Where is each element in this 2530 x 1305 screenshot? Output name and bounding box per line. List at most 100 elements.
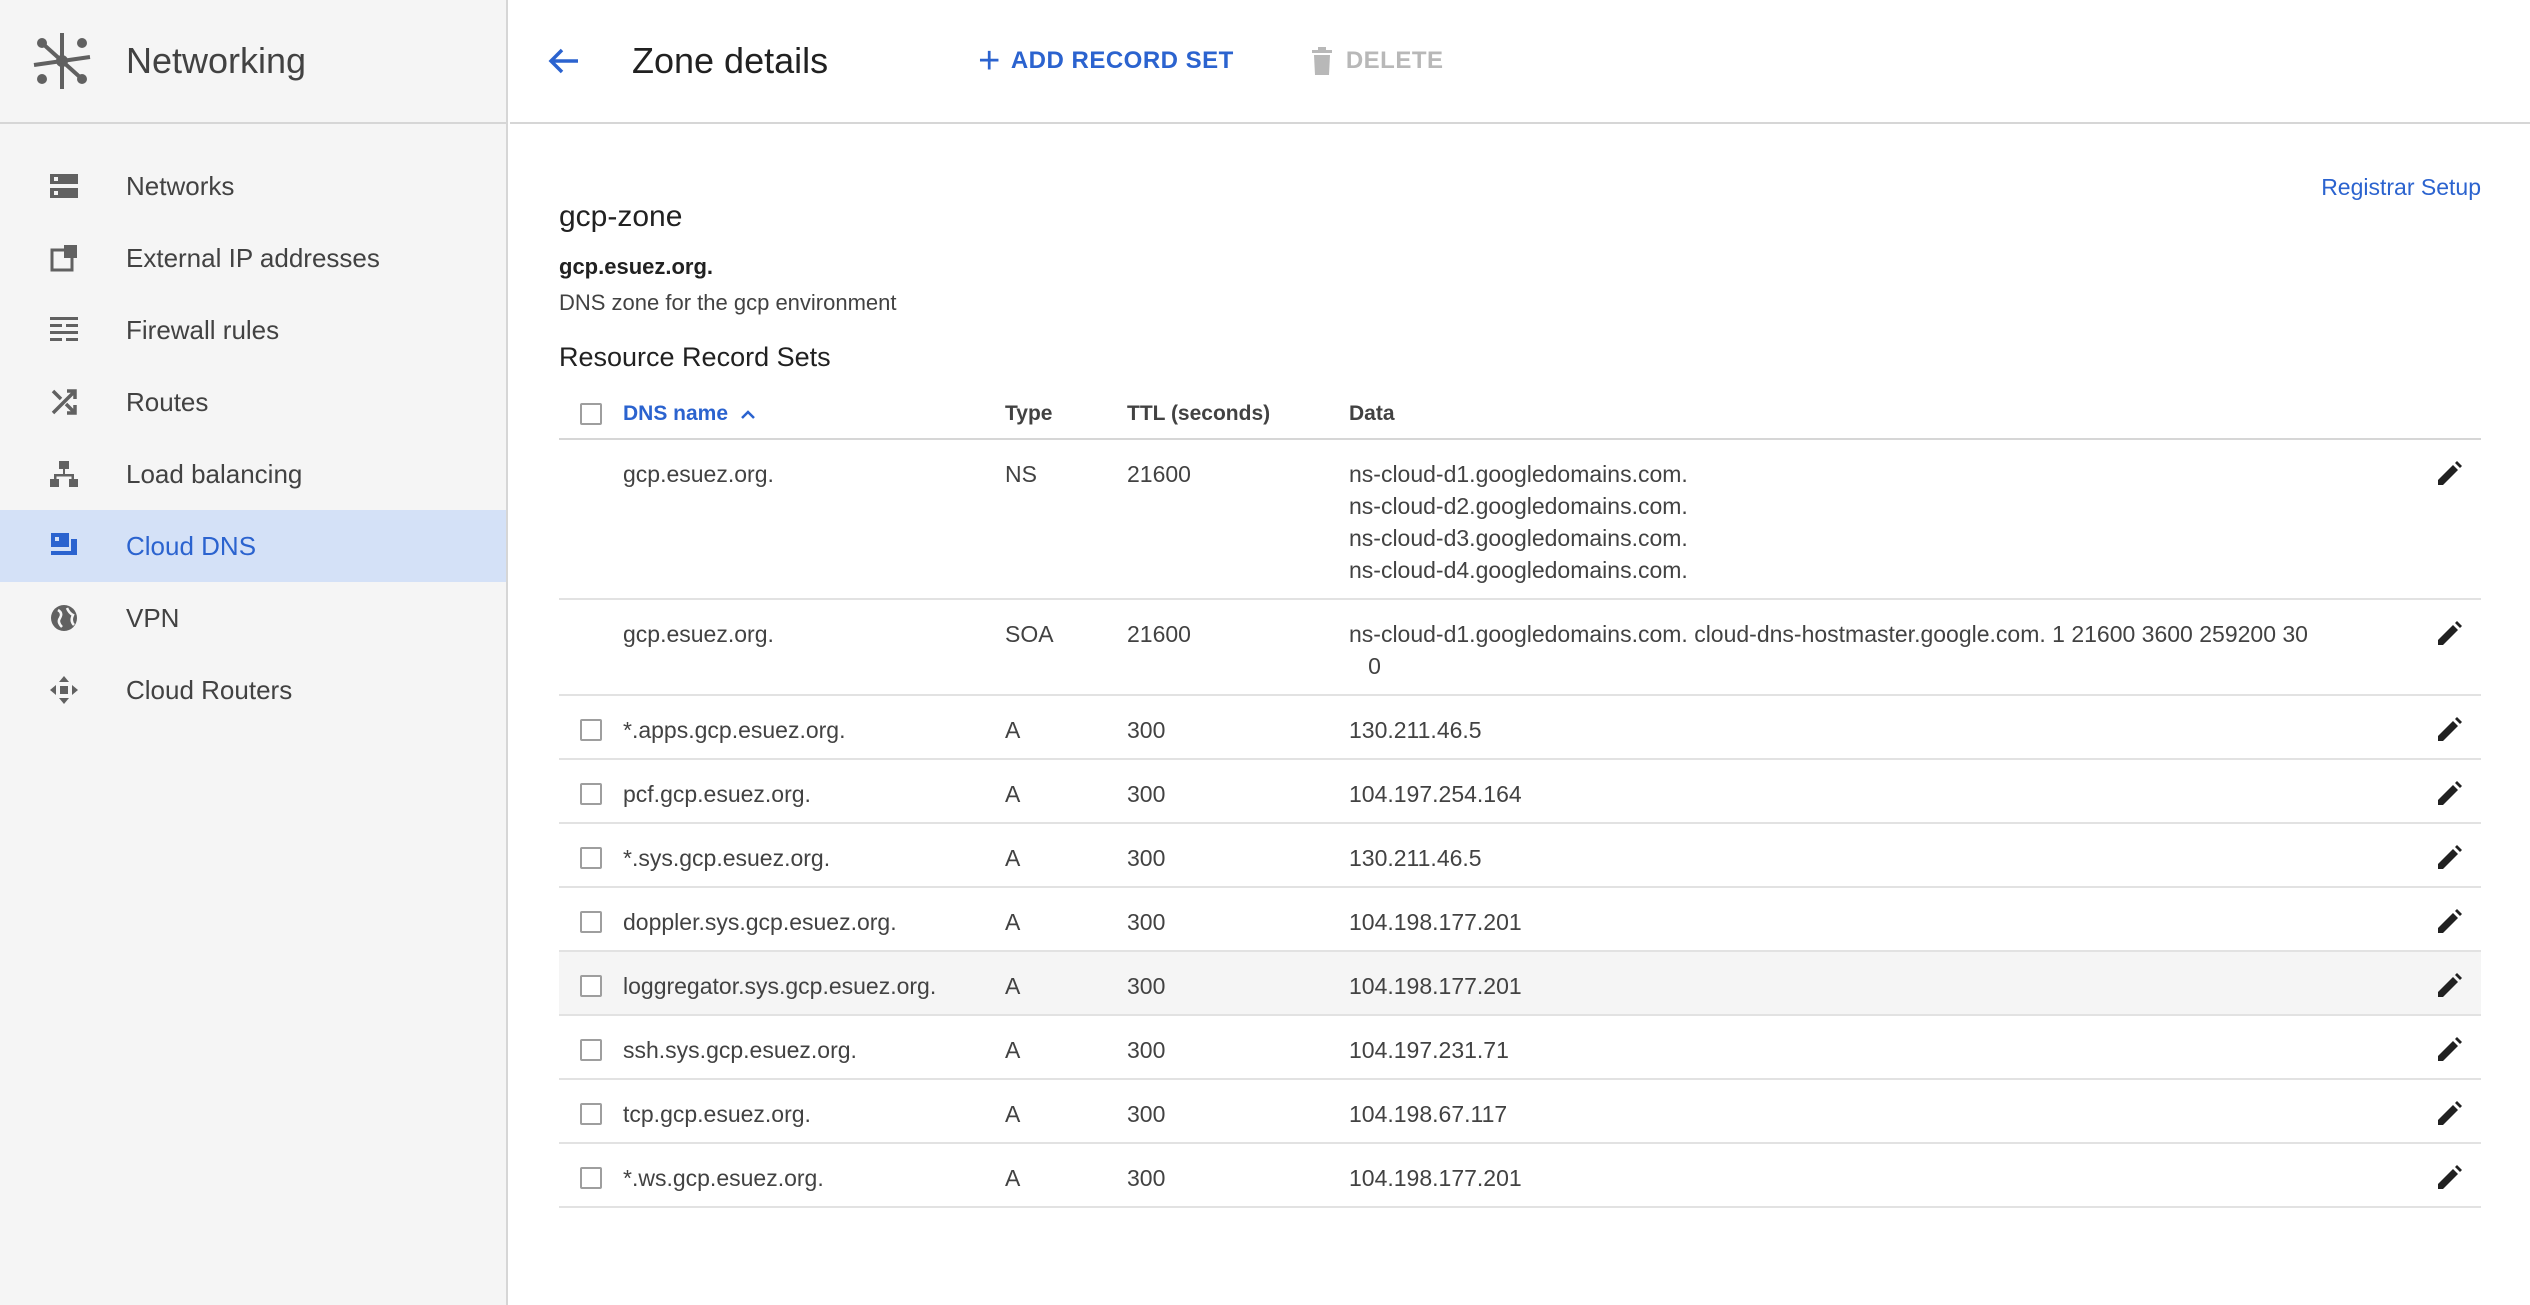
edit-button[interactable] (2433, 778, 2465, 810)
edit-button[interactable] (2433, 842, 2465, 874)
type-cell: A (1005, 1101, 1021, 1127)
edit-button[interactable] (2433, 1162, 2465, 1194)
sidebar-item-external-ip[interactable]: External IP addresses (0, 222, 506, 294)
sidebar-item-label: VPN (126, 602, 180, 633)
dns-name-cell: loggregator.sys.gcp.esuez.org. (623, 973, 937, 999)
row-checkbox[interactable] (580, 975, 602, 997)
external-ip-icon (48, 242, 80, 274)
data-value: 104.198.67.117 (1349, 1101, 1508, 1127)
load-balancing-icon (48, 458, 80, 490)
edit-button[interactable] (2433, 458, 2465, 490)
data-value: 104.197.231.71 (1349, 1037, 1509, 1063)
type-cell: A (1005, 845, 1021, 871)
pencil-icon (2438, 781, 2462, 805)
ttl-cell: 300 (1127, 1165, 1166, 1191)
sidebar-item-label: External IP addresses (126, 242, 380, 273)
row-checkbox[interactable] (580, 847, 602, 869)
type-cell: A (1005, 909, 1021, 935)
ttl-cell: 300 (1127, 845, 1166, 871)
pencil-icon (2438, 1101, 2462, 1125)
table-row[interactable]: *.ws.gcp.esuez.org. A 300 104.198.177.201 (559, 1144, 2481, 1208)
table-row[interactable]: loggregator.sys.gcp.esuez.org. A 300 104.19… (559, 952, 2481, 1016)
sidebar-item-cloud-routers[interactable]: Cloud Routers (0, 654, 506, 726)
ttl-column-header: TTL (seconds) (1127, 402, 1271, 425)
sidebar-item-firewall[interactable]: Firewall rules (0, 294, 506, 366)
dns-name-cell: *.ws.gcp.esuez.org. (623, 1165, 824, 1191)
record-sets-table: DNS name Type TTL (seconds) Data gcp.esu… (559, 390, 2481, 1208)
sidebar-item-label: Cloud Routers (126, 674, 293, 705)
row-checkbox[interactable] (580, 783, 602, 805)
cloud-dns-icon (48, 530, 80, 562)
sidebar-item-load-balancing[interactable]: Load balancing (0, 438, 506, 510)
edit-button[interactable] (2433, 906, 2465, 938)
sidebar-item-routes[interactable]: Routes (0, 366, 506, 438)
data-cell: 104.198.177.201 (1349, 1144, 2409, 1194)
type-cell: SOA (1005, 621, 1054, 647)
row-checkbox[interactable] (580, 911, 602, 933)
pencil-icon (2438, 845, 2462, 869)
plus-icon: + (978, 40, 1001, 82)
data-value: 104.198.177.201 (1349, 973, 1522, 999)
edit-button[interactable] (2433, 1034, 2465, 1066)
table-row[interactable]: pcf.gcp.esuez.org. A 300 104.197.254.164 (559, 760, 2481, 824)
table-row[interactable]: gcp.esuez.org. SOA 21600 ns-cloud-d1.google… (559, 600, 2481, 696)
sidebar-item-label: Load balancing (126, 458, 303, 489)
ttl-cell: 21600 (1127, 621, 1191, 647)
product-title: Networking (126, 40, 307, 81)
edit-button[interactable] (2433, 618, 2465, 650)
edit-button[interactable] (2433, 1098, 2465, 1130)
edit-button[interactable] (2433, 714, 2465, 746)
dns-name-column-header[interactable]: DNS name (623, 402, 1005, 426)
zone-dns-name: gcp.esuez.org. (559, 254, 714, 279)
registrar-setup-link[interactable]: Registrar Setup (2321, 174, 2481, 201)
pencil-icon (2438, 717, 2462, 741)
ttl-cell: 300 (1127, 781, 1166, 807)
arrow-left-icon (548, 48, 578, 74)
type-cell: A (1005, 973, 1021, 999)
pencil-icon (2438, 461, 2462, 485)
sidebar-item-networks[interactable]: Networks (0, 150, 506, 222)
sidebar-item-vpn[interactable]: VPN (0, 582, 506, 654)
sidebar-item-label: Routes (126, 386, 209, 417)
dns-name-cell: *.apps.gcp.esuez.org. (623, 717, 846, 743)
zone-description: DNS zone for the gcp environment (559, 290, 897, 315)
table-row[interactable]: *.sys.gcp.esuez.org. A 300 130.211.46.5 (559, 824, 2481, 888)
row-checkbox[interactable] (580, 1167, 602, 1189)
dns-name-cell: gcp.esuez.org. (623, 461, 774, 487)
table-row[interactable]: ssh.sys.gcp.esuez.org. A 300 104.197.231.71 (559, 1016, 2481, 1080)
data-value: 130.211.46.5 (1349, 845, 1482, 871)
zone-name: gcp-zone (559, 200, 683, 233)
sidebar-item-label: Cloud DNS (126, 530, 257, 561)
ttl-cell: 300 (1127, 1101, 1166, 1127)
networks-icon (48, 170, 80, 202)
pencil-icon (2438, 909, 2462, 933)
routes-icon (48, 386, 80, 418)
table-row[interactable]: *.apps.gcp.esuez.org. A 300 130.211.46.5 (559, 696, 2481, 760)
dns-name-cell: tcp.gcp.esuez.org. (623, 1101, 811, 1127)
edit-button[interactable] (2433, 970, 2465, 1002)
data-cell: 130.211.46.5 (1349, 696, 2409, 746)
type-column-header: Type (1005, 402, 1053, 425)
dns-name-cell: *.sys.gcp.esuez.org. (623, 845, 831, 871)
data-value: ns-cloud-d4.googledomains.com. (1349, 557, 1688, 583)
row-checkbox[interactable] (580, 1103, 602, 1125)
back-button[interactable] (536, 33, 592, 89)
data-cell: 104.198.177.201 (1349, 952, 2409, 1002)
row-checkbox[interactable] (580, 719, 602, 741)
record-sets-title: Resource Record Sets (559, 342, 831, 372)
data-value: ns-cloud-d1.googledomains.com. cloud-dns… (1349, 621, 2308, 647)
data-value: ns-cloud-d1.googledomains.com. (1349, 461, 1688, 487)
table-row[interactable]: doppler.sys.gcp.esuez.org. A 300 104.198.17… (559, 888, 2481, 952)
cloud-routers-icon (48, 674, 80, 706)
delete-label: DELETE (1345, 47, 1444, 74)
data-value: 130.211.46.5 (1349, 717, 1482, 743)
select-all-checkbox[interactable] (580, 403, 602, 425)
dns-name-cell: doppler.sys.gcp.esuez.org. (623, 909, 897, 935)
sidebar-item-cloud-dns[interactable]: Cloud DNS (0, 510, 506, 582)
table-row[interactable]: tcp.gcp.esuez.org. A 300 104.198.67.117 (559, 1080, 2481, 1144)
row-checkbox[interactable] (580, 1039, 602, 1061)
dns-name-cell: gcp.esuez.org. (623, 621, 774, 647)
table-row[interactable]: gcp.esuez.org. NS 21600 ns-cloud-d1.googled… (559, 440, 2481, 600)
add-record-set-button[interactable]: + ADD RECORD SET (978, 42, 1234, 80)
delete-button[interactable]: DELETE (1310, 46, 1444, 76)
